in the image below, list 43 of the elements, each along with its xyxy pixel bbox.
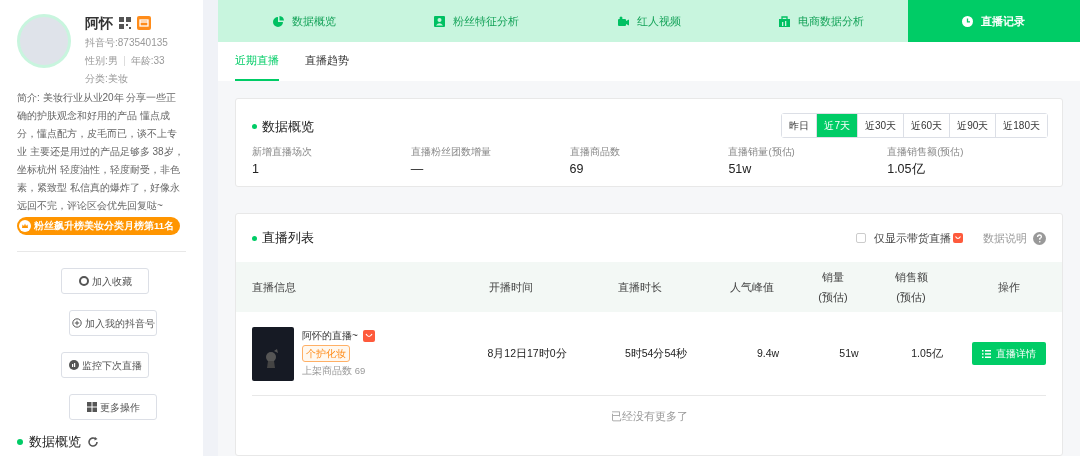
douyin-id: 抖音号:873540135 [85,36,168,50]
profile-name: 阿怀 [85,14,113,32]
section-title: 数据概览 [29,433,81,451]
column-header: 开播时间 [488,280,534,295]
column-header: 人气峰值 [729,280,775,295]
rank-badge: 粉丝飙升榜美妆分类月榜第11名 [17,217,181,235]
stat-value: 1.05亿 [887,161,926,178]
bio-text: 简介: 美妆行业从业20年 分享一些正确的护肤观念和好用的产品 懂点成分，懂点配方，皮毛而已，谈不上专业 主要还是用过的产品足够多 38岁，坐标杭州 轻度油性，轻度耐受，非色素，紧致型 私信真的爆炸了，好像永远回不完，评论区会优先回复哒~ [17,91,185,213]
range-tab[interactable]: 近180天 [995,114,1047,137]
stat-label: 直播销售额(预估) [887,145,965,159]
stat-value: 1 [252,161,260,178]
sales-volume: 51w [838,345,860,361]
stat-label: 直播销量(预估) [728,145,796,159]
card-title: 数据概览 [262,117,314,136]
stat-value: — [410,161,425,178]
filter-label: 仅显示带货直播 [874,230,951,246]
stat-value: 51w [728,161,753,178]
start-time: 8月12日17时0分 [486,345,568,361]
product-count: 上架商品数 69 [302,364,366,379]
peak-viewers: 9.4w [755,345,781,361]
stat-label: 直播商品数 [569,145,621,159]
favorite-button[interactable]: 加入收藏 [61,268,149,294]
live-duration: 5时54分54秒 [623,345,689,361]
stat-value: 69 [569,161,585,178]
category-text: 分类:美妆 [85,72,129,86]
column-header: 操作 [997,280,1021,295]
column-header: 直播时长 [617,280,663,295]
gender-text: 性别:男 [85,54,118,68]
sales-revenue: 1.05亿 [910,345,944,361]
card-title: 直播列表 [262,229,314,248]
monitor-button[interactable]: 监控下次直播 [61,352,149,378]
stat-label: 直播粉丝团数增量 [410,145,492,159]
column-header: 直播信息 [251,280,297,295]
sub-tab[interactable]: 直播趋势 [305,42,349,81]
column-header: 销售额 (预估) [893,270,929,305]
live-title: 阿怀的直播~ [302,329,358,344]
column-header: 销量 (预估) [817,270,849,305]
end-of-list-text: 已经没有更多了 [610,408,688,424]
more-button[interactable]: 更多操作 [69,394,157,420]
category-tag: 个护化妆 [302,345,350,363]
age-text: 年龄:33 [130,54,165,68]
stat-label: 新增直播场次 [252,145,313,159]
add-button[interactable]: 加入我的抖音号 [69,310,157,336]
